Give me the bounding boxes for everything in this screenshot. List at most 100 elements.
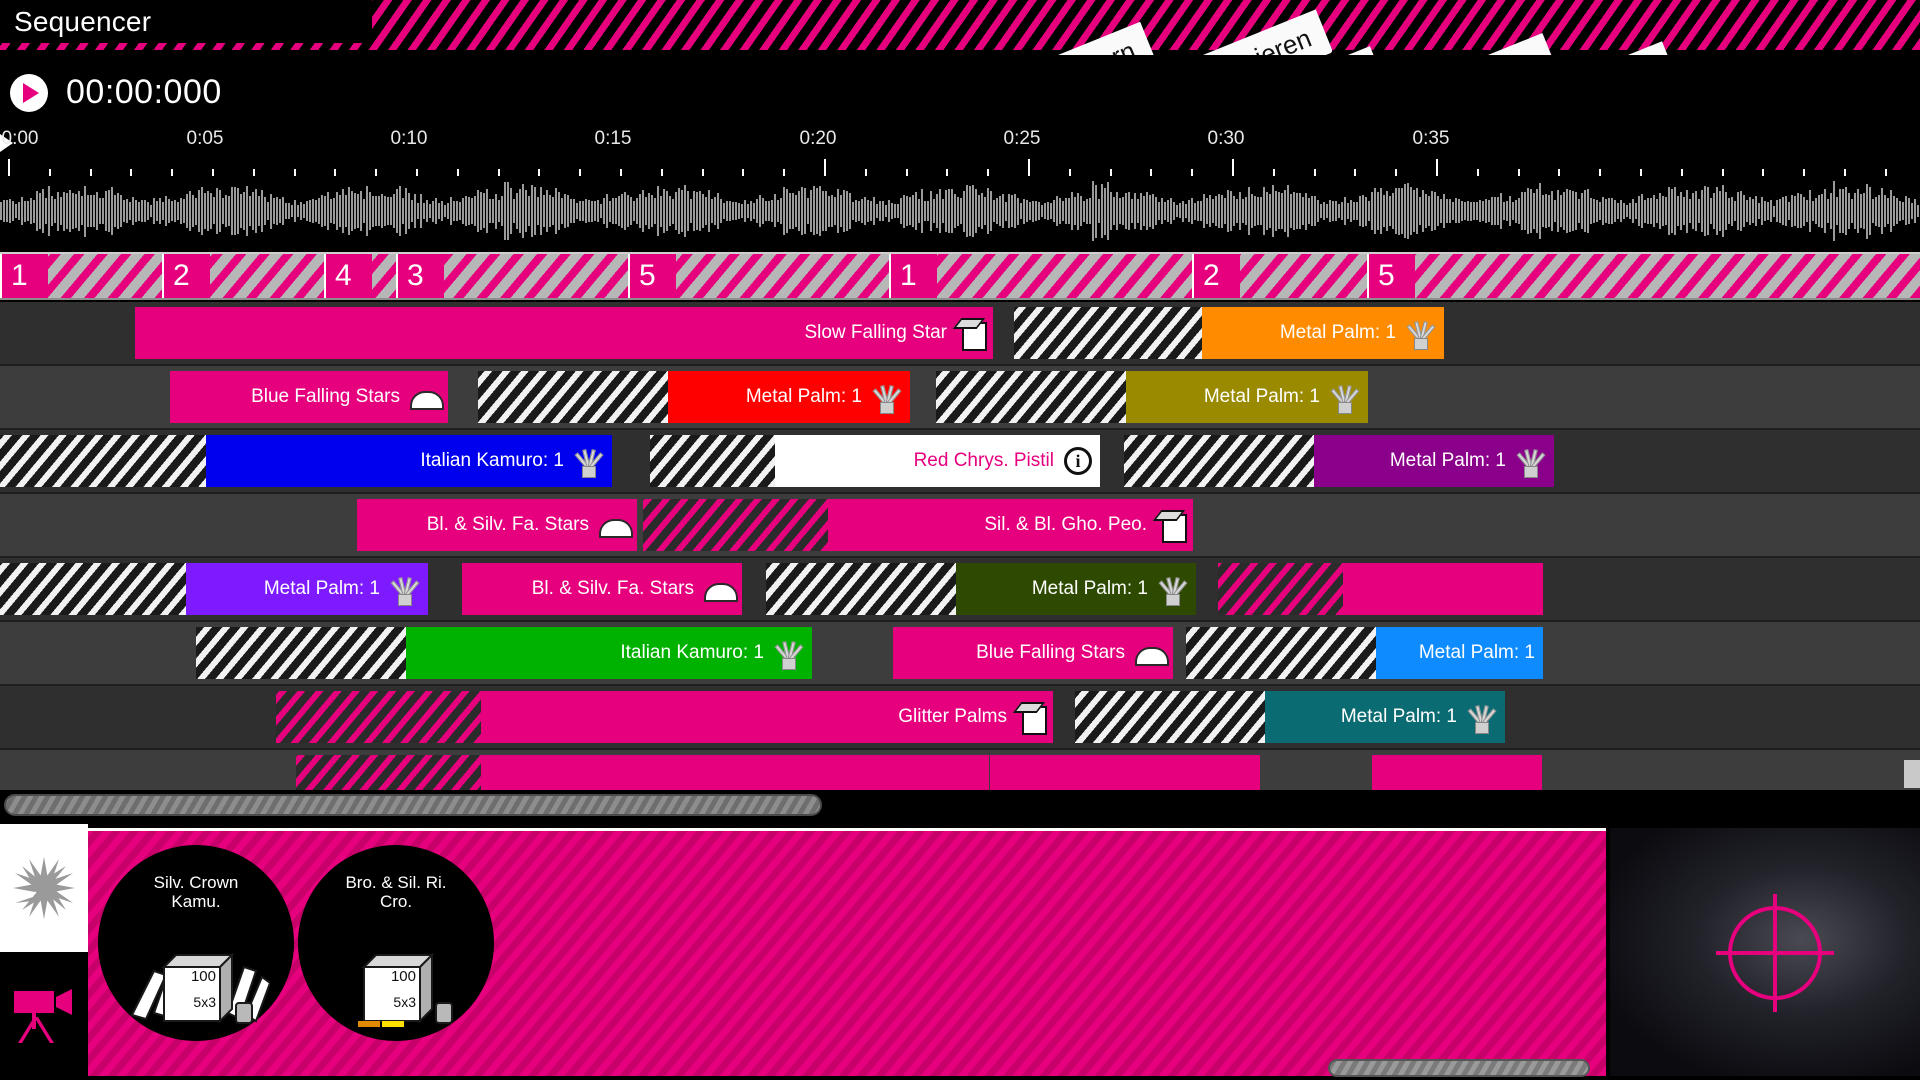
clip-body[interactable] — [1372, 755, 1542, 790]
clip-body[interactable]: Bl. & Silv. Fa. Stars — [357, 499, 637, 551]
timeline-clip[interactable]: Bl. & Silv. Fa. Stars — [462, 563, 742, 615]
marker-number-badge[interactable]: 1 — [0, 254, 48, 298]
clip-body[interactable]: Metal Palm: 1 — [1126, 371, 1368, 423]
timeline-clip[interactable] — [1218, 563, 1543, 615]
clip-body[interactable] — [1343, 563, 1543, 615]
timeline-clip[interactable]: Metal Palm: 1 — [0, 563, 428, 615]
clip-delay-hatch[interactable] — [478, 371, 668, 423]
waveform-bar — [555, 188, 557, 234]
timeline-clip[interactable]: Metal Palm: 1 — [1186, 627, 1543, 679]
clip-body[interactable]: Metal Palm: 1 — [956, 563, 1196, 615]
play-icon[interactable] — [10, 73, 48, 112]
horizontal-scrollbar[interactable] — [0, 790, 1920, 820]
clip-body[interactable]: Glitter Palms — [481, 691, 1053, 743]
marker-number-badge[interactable]: 5 — [1367, 254, 1415, 298]
waveform-bar — [1764, 201, 1766, 221]
marker-number-badge[interactable]: 2 — [162, 254, 210, 298]
waveform-bar — [1731, 196, 1733, 226]
clip-body[interactable]: Blue Falling Stars — [893, 627, 1173, 679]
waveform-bar — [318, 197, 320, 225]
timeline-clip[interactable]: Slow Falling Star — [135, 307, 993, 359]
track-row[interactable] — [0, 750, 1920, 790]
timeline-clip[interactable]: Sil. & Bl. Gho. Peo. — [643, 499, 1193, 551]
clip-delay-hatch[interactable] — [1075, 691, 1265, 743]
timeline-clip[interactable] — [296, 755, 989, 790]
clip-body[interactable]: Sil. & Bl. Gho. Peo. — [828, 499, 1193, 551]
clip-delay-hatch[interactable] — [0, 563, 186, 615]
clip-body[interactable] — [481, 755, 989, 790]
library-preview[interactable] — [1610, 828, 1920, 1076]
clip-body[interactable]: Metal Palm: 1 — [186, 563, 428, 615]
library-item[interactable]: Bro. & Sil. Ri. Cro. 100 5x3 — [298, 845, 494, 1041]
clip-body[interactable]: Italian Kamuro: 1 — [406, 627, 812, 679]
track-row[interactable]: Italian Kamuro: 1 Red Chrys. Pistil i Metal… — [0, 430, 1920, 494]
clip-body[interactable]: Blue Falling Stars — [170, 371, 448, 423]
track-row[interactable]: Bl. & Silv. Fa. Stars Sil. & Bl. Gho. Peo… — [0, 494, 1920, 558]
vertical-scrollbar[interactable] — [1904, 760, 1920, 788]
clip-body[interactable]: Bl. & Silv. Fa. Stars — [462, 563, 742, 615]
clip-delay-hatch[interactable] — [196, 627, 406, 679]
clip-body[interactable]: Red Chrys. Pistil i — [775, 435, 1100, 487]
clip-delay-hatch[interactable] — [0, 435, 206, 487]
clip-delay-hatch[interactable] — [276, 691, 481, 743]
marker-number-badge[interactable]: 4 — [324, 254, 372, 298]
track-row[interactable]: Slow Falling Star Metal Palm: 1 — [0, 302, 1920, 366]
marker-number-badge[interactable]: 5 — [628, 254, 676, 298]
clip-delay-hatch[interactable] — [650, 435, 775, 487]
track-row[interactable]: Blue Falling Stars Metal Palm: 1 Metal Pal… — [0, 366, 1920, 430]
marker-number-badge[interactable]: 3 — [396, 254, 444, 298]
timeline-clip[interactable]: Glitter Palms — [276, 691, 1053, 743]
clip-body[interactable]: Metal Palm: 1 — [1265, 691, 1505, 743]
waveform-bar — [120, 195, 122, 228]
clip-delay-hatch[interactable] — [1218, 563, 1343, 615]
clip-delay-hatch[interactable] — [766, 563, 956, 615]
timeline-clip[interactable]: Blue Falling Stars — [170, 371, 448, 423]
marker-number-badge[interactable]: 2 — [1192, 254, 1240, 298]
library-scrollbar-thumb[interactable] — [1328, 1059, 1590, 1077]
camera-icon[interactable] — [0, 952, 88, 1080]
clip-body[interactable]: Metal Palm: 1 — [668, 371, 910, 423]
timeline-clip[interactable]: Metal Palm: 1 — [478, 371, 910, 423]
timeline-clip[interactable]: Bl. & Silv. Fa. Stars — [357, 499, 637, 551]
timeline-clip[interactable]: Blue Falling Stars — [893, 627, 1173, 679]
clip-body[interactable]: Slow Falling Star — [135, 307, 993, 359]
clip-body[interactable]: Metal Palm: 1 — [1202, 307, 1444, 359]
timeline-clip[interactable]: Metal Palm: 1 — [1014, 307, 1444, 359]
clip-body[interactable]: Metal Palm: 1 — [1376, 627, 1543, 679]
clip-delay-hatch[interactable] — [1124, 435, 1314, 487]
library-item[interactable]: Silv. Crown Kamu. 100 5x3 — [98, 845, 294, 1041]
marker-number-badge[interactable]: 1 — [889, 254, 937, 298]
marker-row[interactable]: 1 2 4 3 5 1 2 5 — [0, 252, 1920, 300]
marker-segment[interactable] — [1367, 254, 1920, 298]
waveform-bar — [1206, 198, 1208, 224]
clip-body[interactable]: Italian Kamuro: 1 — [206, 435, 612, 487]
track-row[interactable]: Italian Kamuro: 1 Blue Falling Stars Metal… — [0, 622, 1920, 686]
waveform-bar — [264, 197, 266, 225]
library-item-grid[interactable]: Silv. Crown Kamu. 100 5x3 Bro. & Sil. Ri. C… — [88, 828, 1606, 1077]
clip-delay-hatch[interactable] — [1014, 307, 1202, 359]
burst-icon[interactable] — [0, 824, 88, 952]
clip-body[interactable]: Metal Palm: 1 — [1314, 435, 1554, 487]
clip-delay-hatch[interactable] — [936, 371, 1126, 423]
waveform-bar — [1179, 203, 1181, 219]
timeline-clip[interactable]: Red Chrys. Pistil i — [650, 435, 1100, 487]
timeline-clip[interactable]: Metal Palm: 1 — [1075, 691, 1505, 743]
clip-body[interactable] — [990, 755, 1260, 790]
timeline-clip[interactable] — [1372, 755, 1542, 790]
timeline-clip[interactable]: Italian Kamuro: 1 — [0, 435, 612, 487]
track-row[interactable]: Metal Palm: 1 Bl. & Silv. Fa. Stars Metal … — [0, 558, 1920, 622]
horizontal-scrollbar-thumb[interactable] — [4, 794, 822, 816]
timeline-clip[interactable]: Metal Palm: 1 — [766, 563, 1196, 615]
clip-delay-hatch[interactable] — [1186, 627, 1376, 679]
timeline-clip[interactable] — [990, 755, 1260, 790]
timeline-clip[interactable]: Metal Palm: 1 — [1124, 435, 1554, 487]
track-area[interactable]: Slow Falling Star Metal Palm: 1 Blue Falli… — [0, 302, 1920, 790]
track-row[interactable]: Glitter Palms Metal Palm: 1 — [0, 686, 1920, 750]
timeline-ruler[interactable]: 0:00 0:05 0:10 0:15 0:20 0:25 0:30 0:35 — [0, 128, 1920, 183]
timeline-clip[interactable]: Metal Palm: 1 — [936, 371, 1368, 423]
audio-waveform[interactable] — [0, 176, 1920, 246]
sequencer-app: Sequencer SpeichernPositionierenHilfeSpi… — [0, 0, 1920, 1080]
clip-delay-hatch[interactable] — [296, 755, 481, 790]
timeline-clip[interactable]: Italian Kamuro: 1 — [196, 627, 812, 679]
clip-delay-hatch[interactable] — [643, 499, 828, 551]
